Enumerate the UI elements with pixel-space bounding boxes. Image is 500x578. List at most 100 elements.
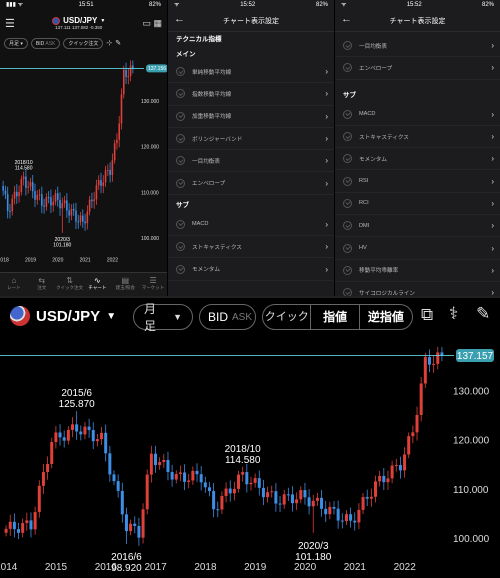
indicator-row[interactable]: 移動平均乖離率 › [335, 260, 500, 282]
window-popout-icon[interactable]: ⧉ [421, 305, 433, 325]
back-arrow-icon[interactable]: ← [341, 13, 352, 25]
mini-period-select[interactable]: 月足 ▾ [4, 37, 28, 49]
mini-pencil-icon[interactable]: ✎ [115, 39, 121, 47]
checkmark-icon[interactable] [343, 198, 352, 208]
current-price-label: 137.156 [148, 66, 166, 72]
mini-bid-ask-toggle[interactable]: BID ASK [30, 37, 61, 49]
quick-order-button[interactable]: クイック [263, 305, 310, 329]
checkmark-icon[interactable] [343, 221, 352, 231]
checkmark-icon[interactable] [343, 288, 352, 296]
candle-body [436, 352, 440, 364]
mini-quick-order-button[interactable]: クイック注文 [63, 37, 104, 49]
main-chart-screen: USD/JPY ▼ 月足 ▼ BID ASK クイック 指値 逆指値 ⧉ ⚕ ✎… [0, 296, 500, 578]
mini-pair-block[interactable]: USD/JPY ▼ 137.111 137.082 -0.350 [52, 16, 105, 30]
tab-item[interactable]: ⇆ 注文 [28, 273, 56, 296]
candle-body [432, 363, 436, 365]
settings-title: チャート表示設定 [389, 17, 446, 25]
indicator-row[interactable]: RSI › [335, 170, 500, 193]
mini-candlestick-chart[interactable]: 130.000 120.000 110.000 100.000 137.156 2018 2… [0, 52, 167, 274]
checkmark-icon[interactable] [343, 63, 352, 73]
section-sub-label: サブ [343, 91, 356, 99]
checkmark-icon[interactable] [343, 109, 352, 119]
indicator-label: ボリンジャーバンド [192, 136, 243, 143]
tab-item[interactable]: ⌂ レート [0, 273, 28, 296]
checkmark-icon[interactable] [176, 111, 185, 121]
tab-item[interactable]: ⇅ クイック注文 [56, 273, 84, 296]
candle-body [274, 491, 278, 504]
indicator-row[interactable]: MACD › [335, 104, 500, 126]
checkmark-icon[interactable] [176, 67, 185, 77]
limit-order-button[interactable]: 指値 [310, 305, 360, 329]
menu-icon[interactable]: ☰ [5, 17, 15, 30]
chevron-right-icon: › [491, 154, 494, 164]
indicator-row[interactable]: 指数移動平均線 › [168, 83, 334, 106]
y-axis-tick-label: 100.000 [141, 236, 159, 242]
indicator-row[interactable]: ストキャスティクス › [335, 126, 500, 149]
status-bar: ▮▮▮ ᯤ 15:51 82% [0, 0, 167, 10]
add-indicator-icon[interactable]: ⚕ [449, 304, 458, 324]
checkmark-icon[interactable] [176, 242, 185, 252]
checkmark-icon[interactable] [343, 132, 352, 142]
checkmark-icon[interactable] [343, 41, 352, 51]
y-axis-tick-label: 100.000 [453, 534, 490, 545]
indicator-row[interactable]: エンベロープ › [168, 172, 334, 195]
candle-body [253, 478, 257, 483]
x-axis-tick-label: 2021 [80, 258, 91, 264]
main-period-select[interactable]: 月足 ▼ [133, 302, 193, 333]
indicator-row[interactable]: エンベロープ › [335, 57, 500, 80]
pencil-icon[interactable]: ✎ [476, 304, 490, 324]
tab-icon: ⇅ [66, 276, 73, 285]
indicator-row[interactable]: サイコロジカルライン › [335, 282, 500, 296]
indicator-row[interactable]: ボリンジャーバンド › [168, 128, 334, 151]
checkmark-icon[interactable] [176, 264, 185, 274]
tab-item[interactable]: ☰ マーケット [139, 273, 167, 296]
indicator-row[interactable]: ストキャスティクス › [168, 236, 334, 259]
checkmark-icon[interactable] [343, 154, 352, 164]
indicator-row[interactable]: モメンタム › [335, 148, 500, 171]
y-axis-tick-label: 120.000 [141, 145, 159, 151]
checkmark-icon[interactable] [176, 134, 185, 144]
candle-body [315, 497, 319, 501]
indicator-row[interactable]: 単純移動平均線 › [168, 61, 334, 84]
indicator-row[interactable]: HV › [335, 237, 500, 260]
back-arrow-icon[interactable]: ← [174, 13, 185, 25]
checkmark-icon[interactable] [176, 89, 185, 99]
indicator-row[interactable]: DMI › [335, 215, 500, 238]
status-signal: ▮▮▮ ᯤ [6, 2, 24, 8]
checkmark-icon[interactable] [343, 176, 352, 186]
indicator-row[interactable]: MACD › [168, 214, 334, 237]
indicator-row[interactable]: 一目均衡表 › [335, 35, 500, 58]
indicator-row[interactable]: モメンタム › [168, 258, 334, 281]
indicator-row[interactable]: RCI › [335, 193, 500, 216]
chevron-right-icon: › [491, 63, 494, 73]
checkmark-icon[interactable] [343, 243, 352, 253]
checkmark-icon[interactable] [343, 265, 352, 275]
section-technical: テクニカル指標 [176, 36, 222, 43]
tab-item[interactable]: ∿ チャート [83, 273, 111, 296]
candle-body [245, 472, 249, 485]
indicator-row[interactable]: 一目均衡表 › [168, 150, 334, 173]
annotation-date: 2018/10 [225, 444, 262, 455]
main-candlestick-chart[interactable]: 130.000 120.000 110.000 100.000 137.157 2014 2… [0, 336, 500, 578]
mini-crosshair-icon[interactable]: ⊹ [106, 39, 112, 47]
checkmark-icon[interactable] [176, 178, 185, 188]
tab-item[interactable]: ▤ 建玉/照会 [111, 273, 139, 296]
candle-body [178, 472, 182, 475]
window-layout-icon[interactable]: ▭ ▦ [142, 18, 162, 29]
candle-body [97, 180, 100, 186]
candle-body [162, 459, 166, 463]
main-period-label: 月足 [144, 302, 157, 333]
main-pair-select[interactable]: USD/JPY ▼ [10, 306, 116, 326]
candle-body [129, 65, 132, 77]
indicator-row[interactable]: 加重移動平均線 › [168, 106, 334, 128]
tab-label: クイック注文 [56, 285, 84, 290]
candle-body [249, 482, 253, 485]
mini-pair-label: USD/JPY [63, 16, 98, 25]
checkmark-icon[interactable] [176, 156, 185, 166]
stop-order-button[interactable]: 逆指値 [360, 305, 412, 329]
main-bid-ask-toggle[interactable]: BID ASK [199, 304, 256, 330]
status-time: 15:52 [406, 2, 422, 8]
candle-body [41, 194, 43, 206]
checkmark-icon[interactable] [176, 219, 185, 229]
indicator-label: DMI [359, 222, 370, 229]
